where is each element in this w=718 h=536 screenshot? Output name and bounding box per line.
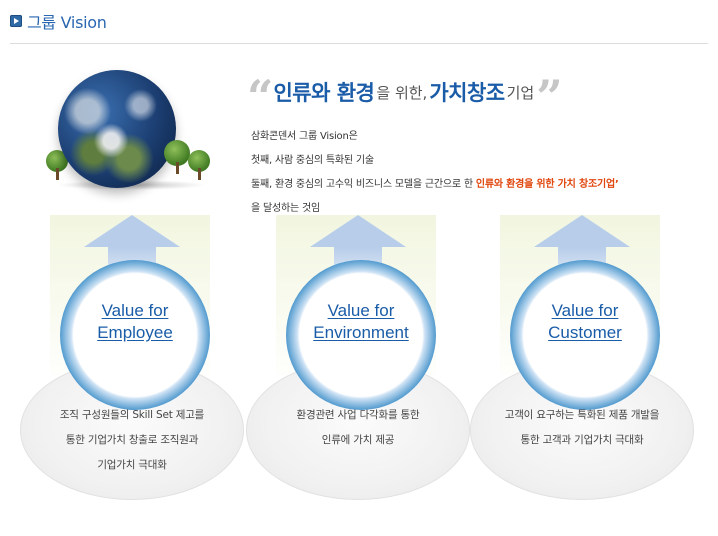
value-title: Value for Environment <box>313 301 409 342</box>
headline-part3: 가치창조 <box>429 81 505 105</box>
play-bullet-icon <box>10 15 22 27</box>
close-quote: ” <box>536 70 563 124</box>
value-customer: Value for Customer 고객이 요구하는 특화된 제품 개발을 통… <box>470 215 694 505</box>
globe-icon <box>58 70 176 188</box>
section-header: 그룹 Vision <box>10 9 107 33</box>
description-line: 삼화콘덴서 그룹 Vision은 <box>251 131 358 142</box>
value-text: 조직 구성원들의 Skill Set 제고를 통한 기업가치 창출로 조직원과 … <box>59 409 205 471</box>
header-divider <box>10 43 708 44</box>
headline-part4: 기업 <box>506 83 535 102</box>
value-text: 환경관련 사업 다각화를 통한 인류에 가치 제공 <box>296 409 420 446</box>
value-employee: Value for Employee 조직 구성원들의 Skill Set 제고… <box>20 215 244 505</box>
headline-part2: 을 위한, <box>376 83 428 102</box>
open-quote: “ <box>247 70 274 124</box>
vision-headline: “ 인류와 환경 을 위한, 가치창조 기업 ” <box>247 70 563 124</box>
description-line: 둘째, 환경 중심의 고수익 비즈니스 모델을 근간으로 한 인류와 환경을 위… <box>251 179 619 190</box>
value-environment: Value for Environment 환경관련 사업 다각화를 통한 인류… <box>246 215 470 505</box>
page-title: 그룹 Vision <box>27 13 107 32</box>
value-text: 고객이 요구하는 특화된 제품 개발을 통한 고객과 기업가치 극대화 <box>504 409 660 446</box>
description-highlight: 인류와 환경을 위한 가치 창조기업’ <box>475 179 619 190</box>
tree-icon <box>164 140 190 174</box>
description-line: 첫째, 사람 중심의 특화된 기술 <box>251 155 374 166</box>
vision-description: 삼화콘덴서 그룹 Vision은 첫째, 사람 중심의 특화된 기술 둘째, 환… <box>251 125 619 221</box>
value-title: Value for Customer <box>548 301 622 342</box>
tree-icon <box>188 150 210 180</box>
globe-illustration <box>46 68 216 193</box>
headline-part1: 인류와 환경 <box>273 81 375 105</box>
value-title: Value for Employee <box>97 301 173 342</box>
